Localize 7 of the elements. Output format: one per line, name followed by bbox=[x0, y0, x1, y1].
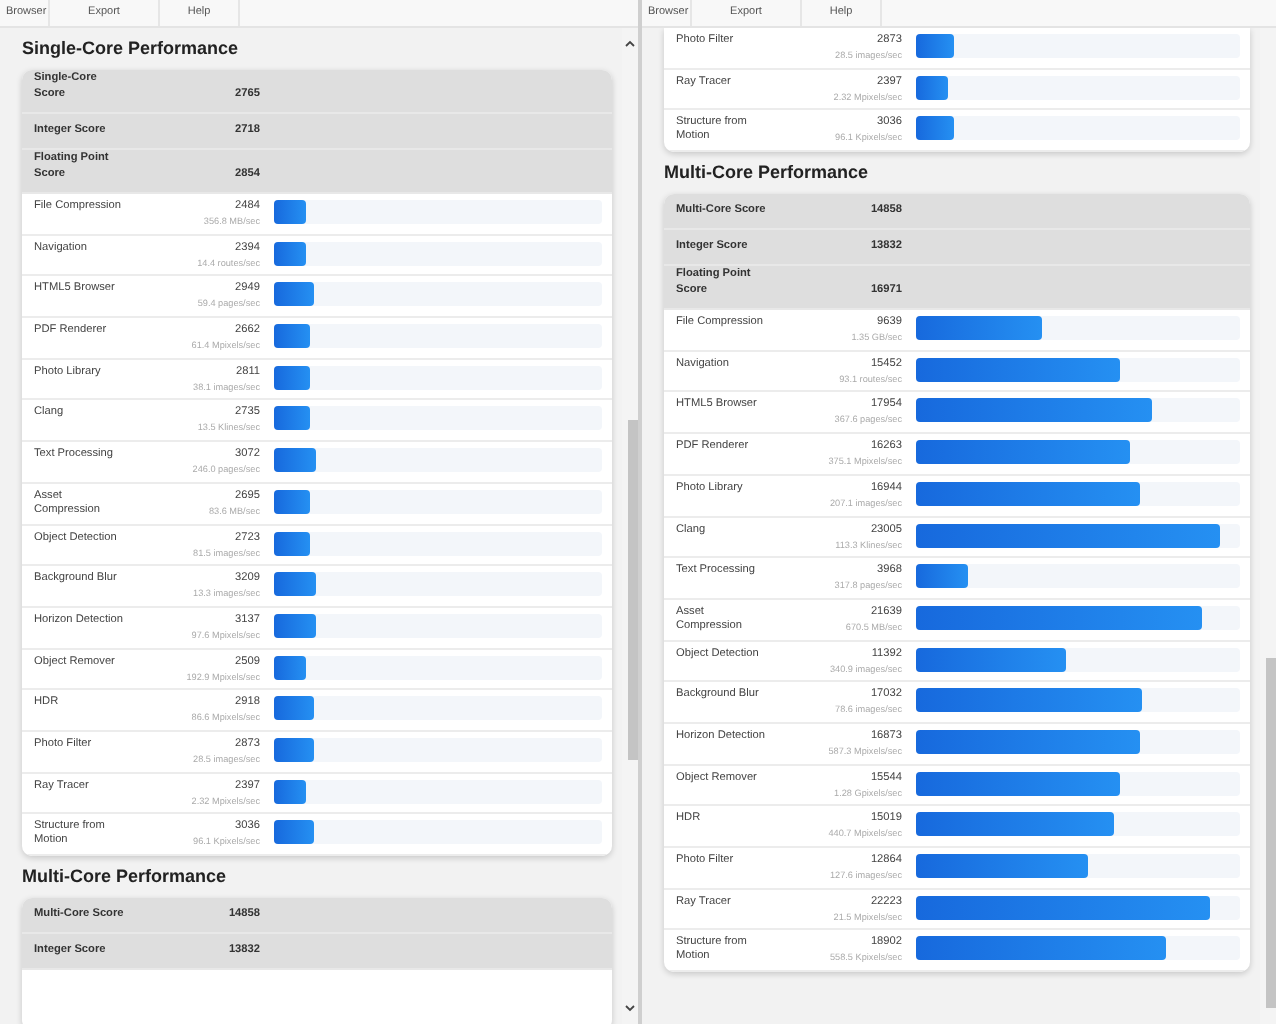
scroll-up-icon[interactable] bbox=[624, 38, 636, 50]
scrollbar-thumb[interactable] bbox=[628, 420, 638, 760]
scrollbar-thumb[interactable] bbox=[1266, 658, 1276, 1008]
scroll-down-icon[interactable] bbox=[624, 1002, 636, 1014]
section-heading: Single-Core Performance bbox=[22, 36, 241, 62]
section-heading: Multi-Core Performance bbox=[22, 864, 229, 890]
section-heading: Multi-Core Performance bbox=[664, 160, 871, 187]
